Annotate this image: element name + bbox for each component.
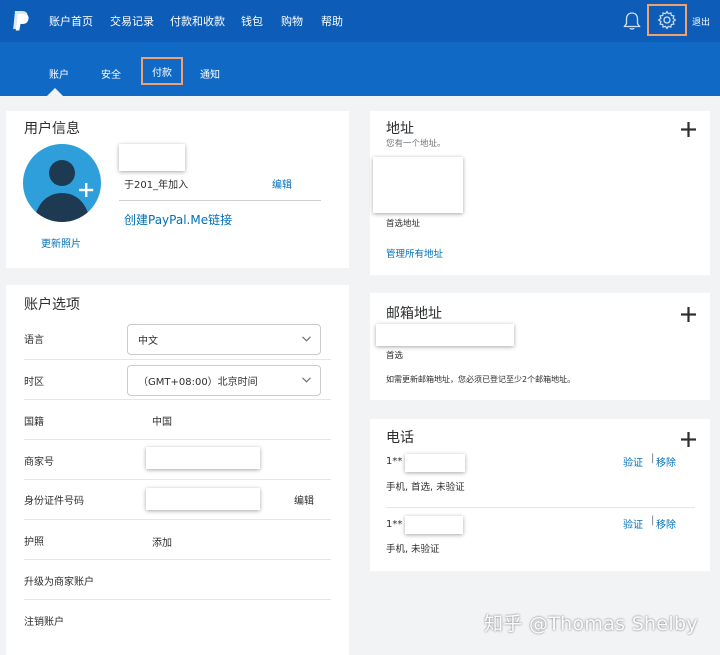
nav-help[interactable]: 帮助 <box>321 13 343 29</box>
tab-notifications[interactable]: 通知 <box>200 66 220 81</box>
phone-number-prefix: 1** <box>386 456 403 467</box>
tab-payments[interactable]: 付款 <box>141 57 183 85</box>
edit-profile-link[interactable]: 编辑 <box>272 176 292 191</box>
timezone-select[interactable]: （GMT+08:00）北京时间 <box>127 365 321 396</box>
phone-description: 手机, 未验证 <box>386 544 440 555</box>
logout-link[interactable]: 退出 <box>692 15 710 28</box>
profile-divider <box>119 200 321 201</box>
tab-security[interactable]: 安全 <box>101 66 121 81</box>
phone-description: 手机, 首选, 未验证 <box>386 482 465 493</box>
nav-account-home[interactable]: 账户首页 <box>49 13 93 29</box>
tab-account[interactable]: 账户 <box>49 66 69 81</box>
link-separator: | <box>651 453 655 464</box>
address-subtitle: 您有一个地址。 <box>386 139 446 149</box>
row-divider <box>24 519 331 520</box>
avatar[interactable] <box>22 143 110 223</box>
nationality-label: 国籍 <box>24 417 44 428</box>
email-card: 邮箱地址 首选 如需更新邮箱地址，您必须已登记至少2个邮箱地址。 <box>370 293 710 400</box>
edit-id-link[interactable]: 编辑 <box>294 492 314 507</box>
add-passport-link[interactable]: 添加 <box>152 534 172 549</box>
gear-icon <box>657 10 677 30</box>
joined-date: 于201_年加入 <box>124 180 189 191</box>
masked-name <box>119 144 185 171</box>
primary-email-label: 首选 <box>386 351 404 361</box>
masked-phone <box>405 454 465 472</box>
row-divider <box>24 479 331 480</box>
row-divider <box>24 399 331 400</box>
upgrade-business-link[interactable]: 升级为商家账户 <box>24 573 94 588</box>
nationality-value: 中国 <box>152 417 172 428</box>
timezone-value: （GMT+08:00）北京时间 <box>138 377 258 388</box>
update-photo-link[interactable]: 更新照片 <box>41 235 81 250</box>
add-email-icon[interactable] <box>681 307 696 322</box>
masked-phone <box>405 516 463 534</box>
nav-send-receive[interactable]: 付款和收款 <box>170 13 225 29</box>
phone-title: 电话 <box>386 430 414 446</box>
add-phone-icon[interactable] <box>681 432 696 447</box>
paypal-logo[interactable] <box>11 10 31 32</box>
bell-icon[interactable] <box>622 10 642 32</box>
tab-payments-label: 付款 <box>152 67 172 79</box>
email-note: 如需更新邮箱地址，您必须已登记至少2个邮箱地址。 <box>386 375 576 384</box>
address-title: 地址 <box>386 121 414 137</box>
nav-transactions[interactable]: 交易记录 <box>110 13 154 29</box>
language-label: 语言 <box>24 335 44 346</box>
masked-merchant-id <box>146 447 260 469</box>
passport-label: 护照 <box>24 537 44 548</box>
verify-phone-link[interactable]: 验证 <box>623 516 643 531</box>
row-divider <box>24 439 331 440</box>
remove-phone-link[interactable]: 移除 <box>656 454 676 469</box>
chevron-down-icon <box>302 377 311 383</box>
manage-addresses-link[interactable]: 管理所有地址 <box>386 246 443 260</box>
account-options-title: 账户选项 <box>24 297 80 313</box>
remove-phone-link[interactable]: 移除 <box>656 516 676 531</box>
id-number-label: 身份证件号码 <box>24 496 84 507</box>
row-divider <box>24 559 331 560</box>
verify-phone-link[interactable]: 验证 <box>623 454 643 469</box>
watermark: 知乎 @Thomas Shelby <box>484 613 698 635</box>
paypalme-link[interactable]: 创建PayPal.Me链接 <box>124 211 232 228</box>
nav-wallet[interactable]: 钱包 <box>241 13 263 29</box>
chevron-down-icon <box>302 336 311 342</box>
settings-button[interactable] <box>647 4 687 36</box>
row-divider <box>24 599 331 600</box>
phone-divider <box>386 507 695 508</box>
language-select[interactable]: 中文 <box>127 324 321 355</box>
user-info-card: 用户信息 更新照片 于201_年加入 编辑 创建PayPal.Me链接 <box>6 111 349 268</box>
active-tab-caret <box>46 88 64 97</box>
phone-card: 电话 1** 验证 | 移除 手机, 首选, 未验证 1** 验证 | 移除 手… <box>370 419 710 571</box>
masked-id-number <box>146 488 260 510</box>
top-nav: 账户首页 交易记录 付款和收款 钱包 购物 帮助 退出 <box>0 0 720 42</box>
email-title: 邮箱地址 <box>386 306 442 322</box>
primary-address-label: 首选地址 <box>386 219 421 229</box>
language-value: 中文 <box>138 336 158 347</box>
user-info-title: 用户信息 <box>24 121 80 137</box>
account-options-card: 账户选项 语言 中文 时区 （GMT+08:00）北京时间 国籍 中国 商家号 … <box>6 285 349 655</box>
masked-email <box>376 324 514 346</box>
timezone-label: 时区 <box>24 377 44 388</box>
link-separator: | <box>651 515 655 526</box>
row-divider <box>24 359 331 360</box>
phone-number-prefix: 1** <box>386 519 403 530</box>
merchant-id-label: 商家号 <box>24 457 54 468</box>
masked-address <box>373 157 463 213</box>
address-card: 地址 您有一个地址。 首选地址 管理所有地址 <box>370 111 710 275</box>
add-address-icon[interactable] <box>681 122 696 137</box>
nav-shopping[interactable]: 购物 <box>281 13 303 29</box>
close-account-link[interactable]: 注销账户 <box>24 613 64 628</box>
